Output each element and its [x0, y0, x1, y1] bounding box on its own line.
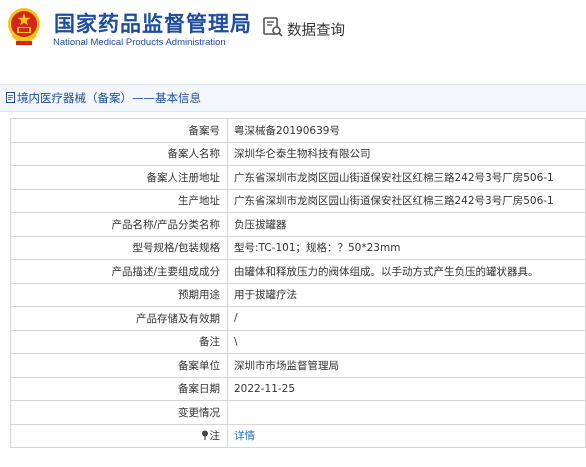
- table-row: 备案人名称 深圳华仑泰生物科技有限公司: [10, 141, 586, 166]
- table-row: 产品描述/主要组成成分 由罐体和释放压力的阀体组成。以手动方式产生负压的罐状器具…: [10, 259, 586, 284]
- field-label: 产品名称/产品分类名称: [10, 212, 228, 237]
- note-label: 注: [209, 430, 221, 443]
- field-value: 负压拔罐器: [227, 212, 586, 237]
- field-label: 备注: [10, 329, 228, 354]
- section-header: 境内医疗器械（备案）——基本信息: [0, 84, 586, 112]
- site-subtitle: National Medical Products Administration: [53, 37, 226, 48]
- field-label: 备案号: [10, 118, 228, 143]
- field-label: 变更情况: [10, 400, 228, 425]
- details-link[interactable]: 详情: [234, 430, 255, 442]
- field-label: 预期用途: [10, 282, 228, 307]
- field-label: 产品描述/主要组成成分: [10, 259, 228, 284]
- search-document-icon[interactable]: [262, 16, 284, 38]
- table-row: 备案单位 深圳市市场监督管理局: [10, 353, 586, 378]
- table-row: 预期用途 用于拔罐疗法: [10, 282, 586, 307]
- table-row: 备注 \: [10, 329, 586, 354]
- table-row: 备案人注册地址 广东省深圳市龙岗区园山街道保安社区红棉三路242号3号厂房506…: [10, 165, 586, 190]
- section-title: 境内医疗器械（备案）——基本信息: [17, 91, 201, 105]
- national-emblem-icon: [8, 8, 40, 45]
- pin-icon: [201, 430, 208, 441]
- table-row: 注 详情: [10, 423, 586, 448]
- table-row: 备案日期 2022-11-25: [10, 376, 586, 401]
- document-icon: [6, 92, 15, 103]
- field-value: 由罐体和释放压力的阀体组成。以手动方式产生负压的罐状器具。: [227, 259, 586, 284]
- field-value: 型号:TC-101；规格：？50*23mm: [227, 235, 586, 260]
- record-detail-table: 备案号 粤深械备20190639号 备案人名称 深圳华仑泰生物科技有限公司 备案…: [10, 118, 586, 448]
- field-label: 型号规格/包装规格: [10, 235, 228, 260]
- field-value: /: [227, 306, 586, 331]
- table-row: 产品存储及有效期 /: [10, 306, 586, 331]
- field-label: 备案单位: [10, 353, 228, 378]
- data-query-link[interactable]: 数据查询: [287, 19, 345, 40]
- table-row: 生产地址 广东省深圳市龙岗区园山街道保安社区红棉三路242号3号厂房506-1: [10, 188, 586, 213]
- field-value: 广东省深圳市龙岗区园山街道保安社区红棉三路242号3号厂房506-1: [227, 188, 586, 213]
- table-row: 产品名称/产品分类名称 负压拔罐器: [10, 212, 586, 237]
- field-value: 用于拔罐疗法: [227, 282, 586, 307]
- field-value: 2022-11-25: [227, 376, 586, 401]
- field-label: 注: [10, 423, 228, 448]
- field-label: 备案人名称: [10, 141, 228, 166]
- field-value: 粤深械备20190639号: [227, 118, 586, 143]
- field-label: 备案日期: [10, 376, 228, 401]
- table-row: 变更情况: [10, 400, 586, 425]
- field-value: 广东省深圳市龙岗区园山街道保安社区红棉三路242号3号厂房506-1: [227, 165, 586, 190]
- field-label: 生产地址: [10, 188, 228, 213]
- table-row: 备案号 粤深械备20190639号: [10, 118, 586, 143]
- field-value: 深圳华仑泰生物科技有限公司: [227, 141, 586, 166]
- field-value: [227, 400, 586, 425]
- field-value: 深圳市市场监督管理局: [227, 353, 586, 378]
- field-value: \: [227, 329, 586, 354]
- field-label: 备案人注册地址: [10, 165, 228, 190]
- table-row: 型号规格/包装规格 型号:TC-101；规格：？50*23mm: [10, 235, 586, 260]
- site-title: 国家药品监督管理局: [54, 12, 252, 36]
- site-header: 国家药品监督管理局 National Medical Products Admi…: [0, 0, 586, 62]
- field-value: 详情: [227, 423, 586, 448]
- field-label: 产品存储及有效期: [10, 306, 228, 331]
